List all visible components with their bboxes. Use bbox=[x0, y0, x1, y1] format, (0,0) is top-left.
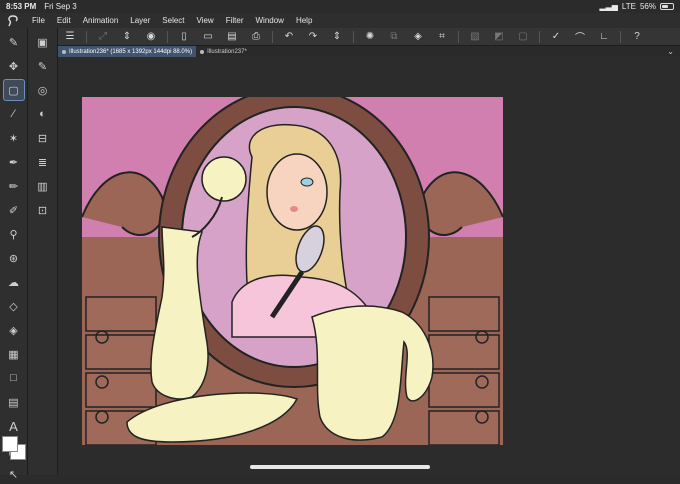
deselect-icon[interactable]: ▧ bbox=[466, 30, 484, 44]
tab-label: Illustration236* (1685 x 1392px 144dpi 8… bbox=[69, 48, 193, 55]
menu-window[interactable]: Window bbox=[250, 16, 290, 25]
divider bbox=[167, 30, 168, 43]
foreground-color[interactable] bbox=[2, 436, 18, 452]
material-icon[interactable]: ▥ bbox=[33, 176, 53, 196]
new-document-icon[interactable]: ▯ bbox=[175, 30, 193, 44]
selection-icon[interactable]: ▢ bbox=[514, 30, 532, 44]
stroke-line-icon[interactable]: ∟ bbox=[595, 30, 613, 44]
save-icon[interactable]: ▤ bbox=[223, 30, 241, 44]
more-icon[interactable]: ⊡ bbox=[33, 200, 53, 220]
copy-icon[interactable]: ⧉ bbox=[385, 30, 403, 44]
ios-status-bar: 8:53 PM Fri Sep 3 ▂▃▅ LTE 56% bbox=[0, 0, 680, 13]
divider bbox=[86, 30, 87, 43]
tab-close-icon[interactable] bbox=[62, 49, 66, 54]
status-right: ▂▃▅ LTE 56% bbox=[599, 2, 674, 11]
tab-close-icon[interactable] bbox=[200, 49, 205, 54]
navigator-icon[interactable]: ⊟ bbox=[33, 128, 53, 148]
undo-icon[interactable]: ↶ bbox=[280, 30, 298, 44]
menu-edit[interactable]: Edit bbox=[51, 16, 77, 25]
crop-icon[interactable]: ⌗ bbox=[433, 30, 451, 44]
sub-tool-palette: ▣ ✎ ◎ ◐ ⊟ ≣ ▥ ⊡ bbox=[28, 28, 58, 475]
frame-icon[interactable]: □ bbox=[4, 368, 24, 388]
menu-layer[interactable]: Layer bbox=[124, 16, 156, 25]
menu-filter[interactable]: Filter bbox=[220, 16, 250, 25]
divider bbox=[458, 30, 459, 43]
girl-mouth bbox=[290, 206, 298, 212]
layer-icon[interactable]: ▣ bbox=[33, 32, 53, 52]
menu-animation[interactable]: Animation bbox=[77, 16, 125, 25]
layers-stack-icon[interactable]: ≣ bbox=[33, 152, 53, 172]
tab-illustration237[interactable]: Illustration237* bbox=[196, 46, 251, 57]
menu-help[interactable]: Help bbox=[290, 16, 318, 25]
girl-face bbox=[266, 153, 328, 231]
blend-icon[interactable]: ☁ bbox=[4, 272, 24, 292]
eyedropper-icon[interactable]: ⁄ bbox=[4, 104, 24, 124]
signal-icon: ▂▃▅ bbox=[599, 2, 618, 11]
color-swatch[interactable] bbox=[2, 436, 28, 462]
menu-select[interactable]: Select bbox=[156, 16, 190, 25]
document-tabs: Illustration236* (1685 x 1392px 144dpi 8… bbox=[58, 46, 680, 57]
hamburger-menu-icon[interactable]: ☰ bbox=[61, 30, 79, 44]
magic-wand-icon[interactable]: ✶ bbox=[4, 128, 24, 148]
loading-icon[interactable]: ✺ bbox=[361, 30, 379, 44]
menu-view[interactable]: View bbox=[191, 16, 220, 25]
object-icon[interactable]: ↖ bbox=[4, 464, 24, 484]
fill-icon[interactable]: ◈ bbox=[4, 320, 24, 340]
rose-head bbox=[201, 156, 247, 202]
home-indicator[interactable] bbox=[250, 465, 430, 469]
redo-icon[interactable]: ↷ bbox=[304, 30, 322, 44]
fill-bucket-icon[interactable]: ◈ bbox=[409, 30, 427, 44]
gradient-icon[interactable]: ▦ bbox=[4, 344, 24, 364]
tab-label: Illustration237* bbox=[207, 48, 247, 55]
battery-label: 56% bbox=[639, 2, 656, 11]
airbrush-icon[interactable]: ⚲ bbox=[4, 224, 24, 244]
drawing-canvas[interactable] bbox=[82, 97, 503, 445]
help-icon[interactable]: ? bbox=[628, 30, 646, 44]
canvas-workspace[interactable] bbox=[58, 57, 680, 475]
network-label: LTE bbox=[621, 2, 636, 11]
divider bbox=[620, 30, 621, 43]
illustration bbox=[82, 97, 503, 445]
color-target-icon[interactable]: ◉ bbox=[142, 30, 160, 44]
status-time: 8:53 PM bbox=[6, 2, 37, 11]
tool-palette: ✎ ✥ ▢ ⁄ ✶ ✒ ✏ ✐ ⚲ ⊛ ☁ ◇ ◈ ▦ □ ▤ A ◺ ↖ bbox=[0, 28, 28, 481]
girl-eye bbox=[300, 177, 314, 187]
invert-selection-icon[interactable]: ◩ bbox=[490, 30, 508, 44]
eraser-icon[interactable]: ◇ bbox=[4, 296, 24, 316]
command-bar: ☰ ⤢ ⇕ ◉ ▯ ▭ ▤ ⎙ ↶ ↷ ⇕ ✺ ⧉ ◈ ⌗ ▧ ◩ ▢ ✓ ⌒ … bbox=[58, 28, 680, 46]
open-folder-icon[interactable]: ▭ bbox=[199, 30, 217, 44]
tab-illustration236[interactable]: Illustration236* (1685 x 1392px 144dpi 8… bbox=[58, 46, 197, 57]
stroke-smooth-icon[interactable]: ⌒ bbox=[571, 30, 589, 44]
pen-icon[interactable]: ✒ bbox=[4, 152, 24, 172]
pencil-icon[interactable]: ✏ bbox=[4, 176, 24, 196]
marquee-icon[interactable]: ▢ bbox=[2, 79, 25, 101]
text-icon[interactable]: A bbox=[4, 416, 24, 436]
divider bbox=[272, 30, 273, 43]
print-icon[interactable]: ⎙ bbox=[247, 30, 265, 44]
color-wheel-icon[interactable]: ◎ bbox=[33, 80, 53, 100]
stroke-check-icon[interactable]: ✓ bbox=[547, 30, 565, 44]
layer-props-icon[interactable]: ◐ bbox=[33, 104, 53, 124]
chevron-down-icon[interactable]: ⌄ bbox=[667, 47, 674, 56]
menu-file[interactable]: File bbox=[26, 16, 51, 25]
decoration-icon[interactable]: ⊛ bbox=[4, 248, 24, 268]
menu-bar: File Edit Animation Layer Select View Fi… bbox=[0, 13, 680, 28]
balloon-icon[interactable]: ▤ bbox=[4, 392, 24, 412]
move-icon[interactable]: ✥ bbox=[4, 56, 24, 76]
app-logo-icon[interactable] bbox=[0, 14, 26, 27]
history-updown-icon[interactable]: ⇕ bbox=[328, 30, 346, 44]
updown-icon[interactable]: ⇕ bbox=[118, 30, 136, 44]
pen-settings-icon[interactable]: ✎ bbox=[4, 32, 24, 52]
divider bbox=[539, 30, 540, 43]
status-date: Fri Sep 3 bbox=[44, 2, 77, 11]
brush-icon[interactable]: ✐ bbox=[4, 200, 24, 220]
divider bbox=[353, 30, 354, 43]
modifier-icon[interactable]: ⤢ bbox=[94, 30, 112, 44]
brush-size-icon[interactable]: ✎ bbox=[33, 56, 53, 76]
battery-icon bbox=[660, 3, 674, 10]
